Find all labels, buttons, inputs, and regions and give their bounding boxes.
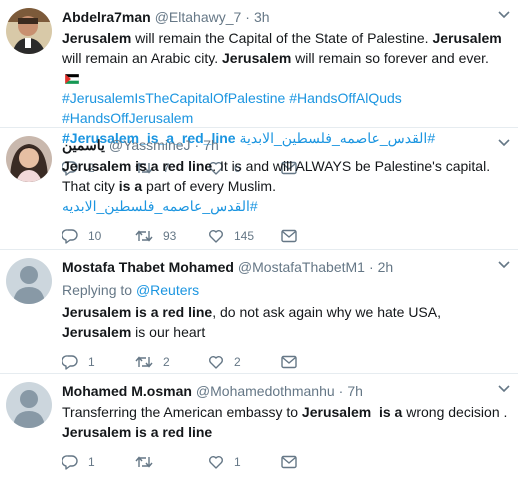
caret-down-icon[interactable] [498, 138, 510, 148]
retweet-icon [135, 456, 153, 468]
retweet-count: 93 [163, 229, 177, 243]
text-segment: Jerusalem [222, 50, 292, 66]
text-segment: Jerusalem [62, 30, 132, 46]
reply-icon [62, 455, 78, 470]
like-icon [209, 356, 223, 369]
timestamp[interactable]: 2h [378, 258, 394, 276]
timestamp[interactable]: 7h [347, 382, 363, 400]
text-segment: is a [378, 404, 403, 420]
reply-count: 10 [88, 229, 102, 243]
separator-dot: · [338, 383, 344, 399]
tweet-actions: 10 93 145 [62, 218, 508, 254]
author-name[interactable]: Abdelra7man [62, 8, 151, 26]
tweet-text: Jerusalem is a red line, do not ask agai… [62, 302, 508, 342]
dm-button[interactable] [281, 229, 354, 243]
separator-dot: · [194, 137, 200, 153]
tweet[interactable]: Abdelra7man @Eltahawy_7 · 3h Jerusalem w… [0, 0, 518, 176]
reply-button[interactable]: 1 [62, 452, 135, 472]
tweet-text: Transferring the American embassy to Jer… [62, 402, 508, 442]
caret-down-icon[interactable] [498, 10, 510, 20]
text-segment: wrong decision . [402, 404, 512, 420]
reply-button[interactable]: 1 [62, 352, 135, 372]
text-segment: Jerusalem [62, 324, 132, 340]
like-count: 1 [234, 455, 241, 469]
reply-button[interactable]: 10 [62, 226, 135, 246]
tweet-text: Jerusalem is a red line. It is and will … [62, 156, 508, 216]
like-count: 145 [234, 229, 255, 243]
text-segment: , do not ask again why we hate USA, [212, 304, 442, 320]
author-handle[interactable]: @MostafaThabetM1 [238, 258, 365, 276]
palestine-flag-icon [65, 74, 79, 84]
author-handle[interactable]: @Mohamedothmanhu [196, 382, 335, 400]
separator-dot: · [368, 259, 374, 275]
like-icon [209, 230, 223, 243]
text-segment: Jerusalem is a red line [62, 424, 213, 440]
author-handle[interactable]: @YassmineJ [109, 136, 191, 154]
tweet[interactable]: ياسمين @YassmineJ · 7h Jerusalem is a re… [0, 128, 518, 250]
hashtag-link[interactable]: #JerusalemIsTheCapitalOfPalestine #Hands… [62, 90, 402, 126]
timestamp[interactable]: 7h [203, 136, 219, 154]
text-segment: will remain so forever and ever. [291, 50, 489, 66]
tweet-actions: 1 1 [62, 444, 508, 479]
dm-icon [281, 229, 297, 243]
avatar[interactable] [6, 382, 52, 428]
dm-icon [281, 355, 297, 369]
replying-to-link[interactable]: @Reuters [136, 282, 199, 298]
separator-dot: · [245, 9, 250, 25]
timestamp[interactable]: 3h [254, 8, 270, 26]
caret-down-icon[interactable] [498, 260, 510, 270]
dm-button[interactable] [281, 455, 354, 469]
retweet-button[interactable]: 93 [135, 226, 208, 246]
text-segment: Jerusalem is a red line [62, 158, 213, 174]
like-count: 2 [234, 355, 241, 369]
text-segment: is our heart [131, 324, 206, 340]
dm-icon [281, 455, 297, 469]
text-segment: Jerusalem [301, 404, 372, 420]
like-icon [209, 456, 223, 469]
retweet-count: 2 [163, 355, 170, 369]
text-segment: part of every Muslim. [142, 178, 276, 194]
like-button[interactable]: 145 [208, 226, 281, 246]
text-segment: Transferring the American embassy to [62, 404, 302, 420]
like-button[interactable]: 2 [208, 352, 281, 372]
reply-count: 1 [88, 355, 95, 369]
retweet-icon [135, 356, 153, 368]
retweet-button[interactable]: 2 [135, 352, 208, 372]
text-segment: Jerusalem is a red line [62, 304, 213, 320]
replying-prefix: Replying to [62, 282, 133, 298]
tweet[interactable]: Mostafa Thabet Mohamed @MostafaThabetM1 … [0, 250, 518, 374]
reply-count: 1 [88, 455, 95, 469]
avatar[interactable] [6, 258, 52, 304]
reply-icon [62, 355, 78, 370]
tweet[interactable]: Mohamed M.osman @Mohamedothmanhu · 7h Tr… [0, 374, 518, 479]
avatar[interactable] [6, 8, 52, 54]
dm-button[interactable] [281, 355, 354, 369]
like-button[interactable]: 1 [208, 452, 281, 472]
caret-down-icon[interactable] [498, 384, 510, 394]
author-handle[interactable]: @Eltahawy_7 [155, 8, 242, 26]
text-segment: will remain the Capital of the State of … [131, 30, 433, 46]
tweet-feed: Abdelra7man @Eltahawy_7 · 3h Jerusalem w… [0, 0, 518, 479]
retweet-button[interactable] [135, 454, 208, 470]
text-segment: will remain an Arabic city. [62, 50, 223, 66]
reply-icon [62, 229, 78, 244]
avatar[interactable] [6, 136, 52, 182]
hashtag-link-arabic[interactable]: #القدس_عاصمه_فلسطين_الابديه [62, 198, 258, 214]
text-segment [371, 404, 379, 420]
author-name[interactable]: ياسمين [62, 136, 105, 154]
author-name[interactable]: Mostafa Thabet Mohamed [62, 258, 234, 276]
text-segment: Jerusalem [432, 30, 502, 46]
retweet-icon [135, 230, 153, 242]
text-segment: is a [118, 178, 143, 194]
replying-to: Replying to @Reuters [62, 280, 508, 300]
author-name[interactable]: Mohamed M.osman [62, 382, 192, 400]
